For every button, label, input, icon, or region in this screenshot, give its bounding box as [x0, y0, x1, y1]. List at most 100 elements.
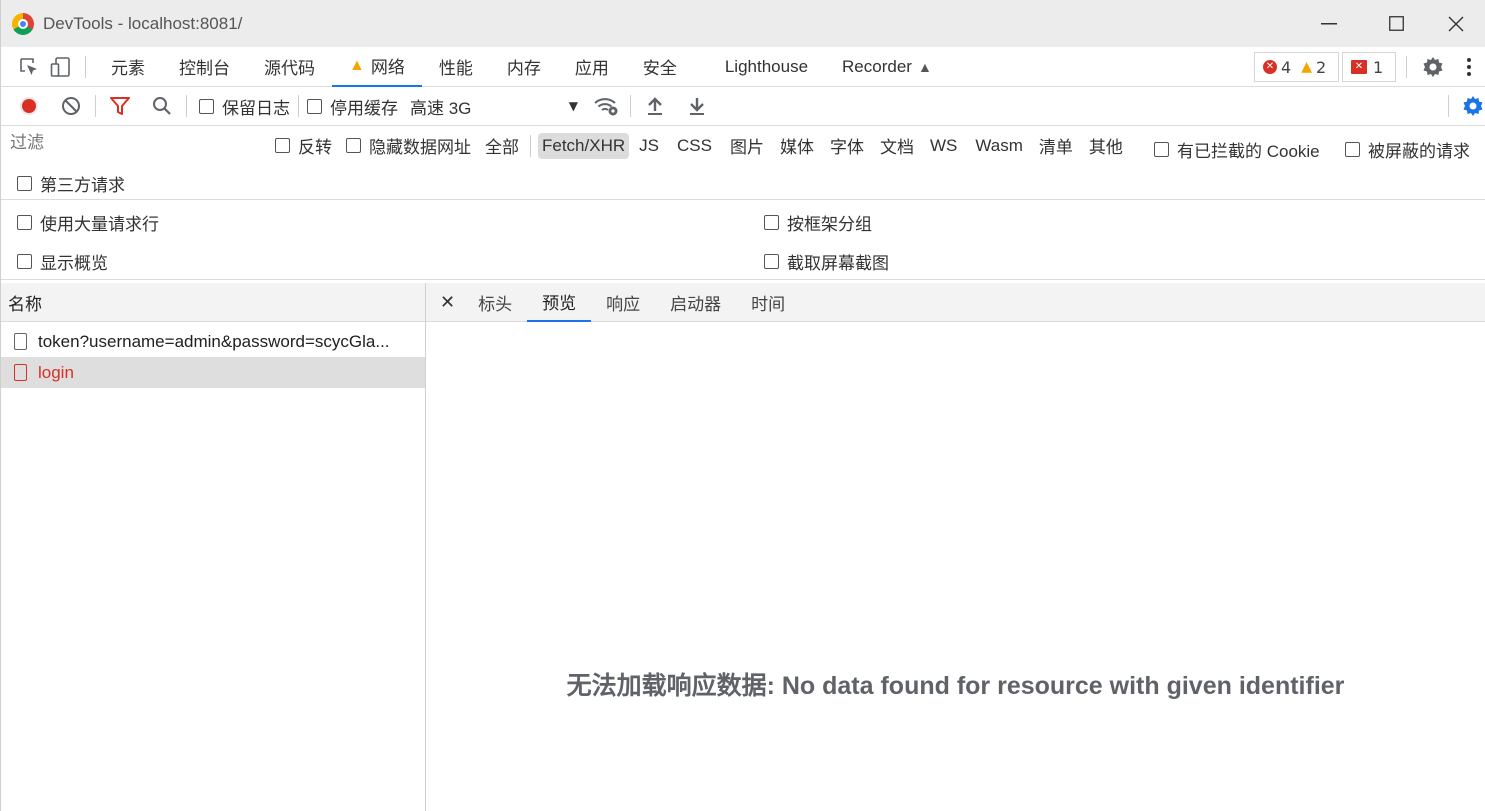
- type-filter-media[interactable]: 媒体: [776, 130, 818, 161]
- preserve-log-label: 保留日志: [222, 98, 290, 118]
- third-party-label: 第三方请求: [40, 176, 125, 195]
- type-filter-css[interactable]: CSS: [673, 133, 716, 159]
- request-row-login[interactable]: login: [1, 357, 425, 388]
- type-filter-doc[interactable]: 文档: [876, 130, 918, 161]
- tab-response[interactable]: 响应: [591, 283, 655, 322]
- error-warning-counter[interactable]: ✕ 4 ▲ 2: [1254, 52, 1339, 82]
- tab-preview[interactable]: 预览: [527, 283, 592, 322]
- warning-icon: ▲: [349, 56, 365, 74]
- filter-input[interactable]: [7, 130, 255, 156]
- preserve-log-checkbox[interactable]: 保留日志: [199, 94, 290, 119]
- disable-cache-checkbox[interactable]: 停用缓存: [307, 94, 398, 119]
- checkbox-box[interactable]: [17, 215, 32, 230]
- tab-sources[interactable]: 源代码: [247, 47, 332, 87]
- tab-lighthouse[interactable]: Lighthouse: [708, 47, 825, 87]
- hide-data-urls-checkbox[interactable]: 隐藏数据网址: [346, 133, 471, 158]
- tab-network[interactable]: ▲ 网络: [332, 47, 422, 87]
- type-filter-all[interactable]: 全部: [481, 130, 523, 161]
- divider: [298, 95, 299, 117]
- device-toolbar-icon[interactable]: [45, 51, 77, 83]
- filter-bar-row-2: 第三方请求: [1, 165, 1485, 199]
- checkbox-box[interactable]: [17, 176, 32, 191]
- group-by-frame-label: 按框架分组: [787, 215, 872, 234]
- request-name: login: [38, 362, 74, 382]
- request-row-token[interactable]: token?username=admin&password=scycGla...: [1, 326, 425, 357]
- divider: [186, 95, 187, 117]
- network-settings-pane: 使用大量请求行 按框架分组 显示概览 截取屏幕截图: [1, 199, 1485, 280]
- divider: [95, 95, 96, 117]
- checkbox-box[interactable]: [1154, 142, 1169, 157]
- tab-performance[interactable]: 性能: [422, 47, 490, 87]
- settings-gear-icon[interactable]: [1417, 51, 1449, 83]
- checkbox-box[interactable]: [346, 138, 361, 153]
- more-options-icon[interactable]: [1459, 51, 1479, 83]
- type-filter-js[interactable]: JS: [635, 133, 663, 159]
- devtools-window: DevTools - localhost:8081/ 元素 控制台 源代码 ▲ …: [0, 0, 1485, 811]
- tab-security[interactable]: 安全: [626, 47, 694, 87]
- window-title: DevTools - localhost:8081/: [43, 13, 243, 33]
- throttling-value: 高速 3G: [410, 98, 472, 118]
- type-filter-other[interactable]: 其他: [1085, 130, 1127, 161]
- type-filter-wasm[interactable]: Wasm: [971, 133, 1027, 159]
- blocked-cookies-checkbox[interactable]: 有已拦截的 Cookie: [1154, 137, 1320, 162]
- type-filter-ws[interactable]: WS: [926, 133, 961, 159]
- checkbox-box[interactable]: [764, 215, 779, 230]
- show-overview-checkbox[interactable]: 显示概览: [17, 249, 108, 274]
- name-column-header[interactable]: 名称: [1, 283, 425, 322]
- network-toolbar: 保留日志 停用缓存 高速 3G ▼: [1, 87, 1485, 126]
- type-filter-images[interactable]: 图片: [726, 130, 768, 161]
- tab-initiator[interactable]: 启动器: [655, 283, 736, 322]
- checkbox-box[interactable]: [764, 254, 779, 269]
- hide-data-urls-label: 隐藏数据网址: [369, 138, 471, 157]
- issues-counter[interactable]: ✕ 1: [1342, 52, 1396, 82]
- disable-cache-label: 停用缓存: [330, 98, 398, 118]
- document-icon: [14, 333, 27, 350]
- network-settings-gear-icon[interactable]: [1459, 90, 1485, 122]
- tab-recorder[interactable]: Recorder ▲: [825, 47, 949, 87]
- blocked-cookies-label: 有已拦截的 Cookie: [1177, 142, 1320, 161]
- group-by-frame-checkbox[interactable]: 按框架分组: [764, 210, 872, 235]
- error-icon: ✕: [1263, 60, 1277, 74]
- third-party-checkbox[interactable]: 第三方请求: [17, 171, 125, 196]
- capture-screenshots-checkbox[interactable]: 截取屏幕截图: [764, 249, 889, 274]
- checkbox-box[interactable]: [275, 138, 290, 153]
- checkbox-box[interactable]: [17, 254, 32, 269]
- close-window-button[interactable]: [1426, 0, 1485, 47]
- maximize-button[interactable]: [1366, 0, 1426, 47]
- checkbox-box[interactable]: [199, 98, 214, 114]
- big-request-rows-label: 使用大量请求行: [40, 215, 159, 234]
- network-conditions-icon[interactable]: [590, 90, 622, 122]
- type-filter-font[interactable]: 字体: [826, 130, 868, 161]
- filter-icon[interactable]: [104, 90, 136, 122]
- throttling-select[interactable]: 高速 3G ▼: [410, 94, 578, 119]
- blocked-requests-label: 被屏蔽的请求: [1368, 142, 1470, 161]
- warning-count: 2: [1315, 57, 1327, 77]
- inspect-element-icon[interactable]: [13, 51, 45, 83]
- tab-memory[interactable]: 内存: [490, 47, 558, 87]
- minimize-button[interactable]: [1299, 0, 1359, 47]
- issue-flag-icon: ✕: [1351, 60, 1367, 74]
- search-icon[interactable]: [146, 90, 178, 122]
- record-button[interactable]: [13, 90, 45, 122]
- experiment-flask-icon: ▲: [917, 58, 932, 75]
- divider: [1448, 95, 1449, 117]
- tab-elements[interactable]: 元素: [94, 47, 162, 87]
- checkbox-box[interactable]: [307, 98, 322, 114]
- document-error-icon: [14, 364, 27, 381]
- export-har-icon[interactable]: [681, 90, 713, 122]
- invert-checkbox[interactable]: 反转: [275, 133, 332, 158]
- tab-application[interactable]: 应用: [558, 47, 626, 87]
- request-detail-panel: ✕ 标头 预览 响应 启动器 时间 无法加载响应数据: No data foun…: [426, 283, 1485, 811]
- divider: [630, 95, 631, 117]
- import-har-icon[interactable]: [639, 90, 671, 122]
- big-request-rows-checkbox[interactable]: 使用大量请求行: [17, 210, 159, 235]
- checkbox-box[interactable]: [1345, 142, 1360, 157]
- close-detail-icon[interactable]: ✕: [426, 283, 463, 322]
- type-filter-fetch-xhr[interactable]: Fetch/XHR: [538, 132, 630, 159]
- tab-timing[interactable]: 时间: [736, 283, 800, 322]
- type-filter-manifest[interactable]: 清单: [1035, 130, 1077, 161]
- clear-icon[interactable]: [55, 90, 87, 122]
- tab-headers[interactable]: 标头: [463, 283, 527, 322]
- blocked-requests-checkbox[interactable]: 被屏蔽的请求: [1345, 137, 1470, 162]
- tab-console[interactable]: 控制台: [162, 47, 247, 87]
